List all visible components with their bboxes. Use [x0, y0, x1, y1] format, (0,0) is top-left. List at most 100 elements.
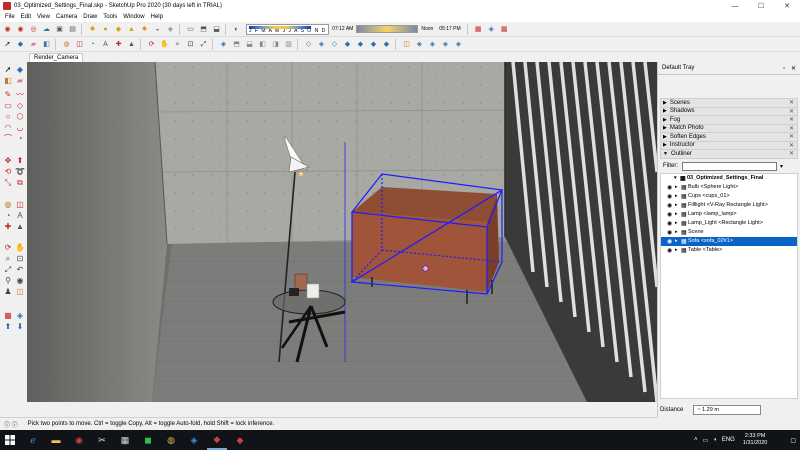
orbit-tool-icon[interactable]: ⟳	[3, 243, 13, 253]
panel-close-icon[interactable]: ✕	[789, 108, 794, 115]
section-fill-icon[interactable]: ◈	[440, 39, 451, 50]
push-pull-icon[interactable]: ⬆	[15, 156, 25, 166]
menu-window[interactable]: Window	[123, 14, 144, 20]
outliner-item-selected[interactable]: ◉ ▸ ▦ Sofa <sofa_02#1>	[661, 236, 797, 246]
look-around-icon[interactable]: ◉	[15, 276, 25, 286]
previous-view-icon[interactable]: ↶	[15, 265, 25, 275]
pie-icon[interactable]: ◔	[15, 134, 25, 144]
outliner-item[interactable]: ◉ ▸ ▦ Scene	[661, 228, 797, 237]
visibility-eye-icon[interactable]: ◉	[667, 247, 675, 254]
filter-input[interactable]	[682, 161, 777, 171]
right-view-icon[interactable]: ◧	[257, 39, 268, 50]
windows-start-button[interactable]	[0, 430, 20, 450]
axes-icon[interactable]: ✚	[113, 39, 124, 50]
menu-help[interactable]: Help	[151, 14, 163, 20]
tape-icon[interactable]: ◍	[3, 200, 13, 210]
shaded-icon[interactable]: ◆	[355, 39, 366, 50]
outliner-item[interactable]: ◉ ▸ ▦ Bulb <Sphere Light>	[661, 183, 797, 192]
panel-close-icon[interactable]: ✕	[789, 116, 794, 123]
make-component-icon[interactable]: ◆	[15, 65, 25, 75]
tape-measure-icon[interactable]: ◍	[61, 39, 72, 50]
shadow-time-slider[interactable]	[356, 25, 419, 33]
visibility-eye-icon[interactable]: ◉	[667, 202, 675, 209]
text-icon[interactable]: A	[15, 211, 25, 221]
panel-close-icon[interactable]: ✕	[789, 125, 794, 132]
select-icon[interactable]: ➚	[3, 65, 13, 75]
zoom-icon[interactable]: ⌕	[172, 39, 183, 50]
proxy-export-icon[interactable]: ⬒	[198, 24, 209, 35]
extension-manager-icon[interactable]: ▦	[499, 24, 510, 35]
pan-icon[interactable]: ✋	[159, 39, 170, 50]
orbit-icon[interactable]: ⟳	[146, 39, 157, 50]
axes-tool-icon[interactable]: ✚	[3, 222, 13, 232]
follow-me-icon[interactable]: ➰	[15, 167, 25, 177]
measurements-input[interactable]: ~ 1.29 m	[693, 404, 762, 415]
text-tool-icon[interactable]: A	[100, 39, 111, 50]
eraser-icon[interactable]: ▰	[28, 39, 39, 50]
display-section-icon[interactable]: ◈	[414, 39, 425, 50]
maximize-button[interactable]: ☐	[748, 0, 774, 12]
top-view-icon[interactable]: ⬒	[231, 39, 242, 50]
menu-tools[interactable]: Tools	[103, 14, 117, 20]
outliner-item[interactable]: ◉ ▸ ▦ Table <Table>	[661, 246, 797, 255]
menu-draw[interactable]: Draw	[83, 14, 97, 20]
vray-interactive-icon[interactable]: ◎	[28, 24, 39, 35]
menu-edit[interactable]: Edit	[21, 14, 31, 20]
get-models-icon[interactable]: ⬇	[15, 322, 25, 332]
tray-chevron-icon[interactable]: ˄	[694, 437, 698, 443]
walk-icon[interactable]: ♟	[3, 287, 13, 297]
rotate-icon[interactable]: ⟲	[3, 167, 13, 177]
outliner-item[interactable]: ◉ ▸ ▦ Lamp <lamp_lamp>	[661, 210, 797, 219]
paint-bucket-icon[interactable]: ◧	[41, 39, 52, 50]
notification-icon[interactable]: ▢	[790, 437, 796, 444]
outliner-options-icon[interactable]: ▾	[780, 163, 783, 170]
three-point-arc-icon[interactable]: ⌒	[3, 134, 13, 144]
menu-file[interactable]: File	[5, 14, 15, 20]
visibility-eye-icon[interactable]: ◉	[667, 193, 675, 200]
zoom-tool-icon[interactable]: ⌕	[3, 254, 13, 264]
3d-warehouse-icon[interactable]: ◈	[486, 24, 497, 35]
freehand-icon[interactable]: 〰	[15, 90, 25, 100]
front-view-icon[interactable]: ⬓	[244, 39, 255, 50]
warehouse-icon[interactable]: ◈	[15, 311, 25, 321]
wireframe-icon[interactable]: ◇	[329, 39, 340, 50]
sandbox-icon[interactable]: ▦	[3, 311, 13, 321]
protractor-tool-icon[interactable]: ◔	[3, 211, 13, 221]
vray-cloud-icon[interactable]: ☁	[41, 24, 52, 35]
rectangle-icon[interactable]: ▭	[3, 101, 13, 111]
network-icon[interactable]: ▭	[703, 437, 709, 444]
move-icon[interactable]: ✥	[3, 156, 13, 166]
xray-icon[interactable]: ◇	[303, 39, 314, 50]
extension-warehouse-icon[interactable]: ▦	[473, 24, 484, 35]
zoom-window-tool-icon[interactable]: ⊡	[15, 254, 25, 264]
select-tool-icon[interactable]: ➚	[2, 39, 13, 50]
visibility-eye-icon[interactable]: ◉	[667, 211, 675, 218]
vray-asset-editor-icon[interactable]: ◉	[2, 24, 13, 35]
outliner-item[interactable]: ◉ ▸ ▦ Lamp_Light <Rectangle Light>	[661, 219, 797, 228]
teamviewer-icon[interactable]: ◈	[184, 430, 204, 450]
visibility-eye-icon[interactable]: ◉	[667, 220, 675, 227]
outliner-item[interactable]: ◉ ▸ ▦ Cups <cups_01>	[661, 192, 797, 201]
dimensions-icon[interactable]: ◫	[15, 200, 25, 210]
display-cuts-icon[interactable]: ◈	[427, 39, 438, 50]
section-tool-icon[interactable]: ◫	[15, 287, 25, 297]
visibility-eye-icon[interactable]: ◉	[667, 229, 675, 236]
protractor-icon[interactable]: ◔	[87, 39, 98, 50]
eraser-tool-icon[interactable]: ▰	[15, 76, 25, 86]
mesh-light-icon[interactable]: ◈	[165, 24, 176, 35]
line-app-icon[interactable]: ◼	[138, 430, 158, 450]
panel-close-icon[interactable]: ✕	[789, 99, 794, 106]
tray-pin-icon[interactable]: ▫	[783, 66, 785, 72]
infinite-plane-icon[interactable]: ▭	[185, 24, 196, 35]
language-indicator[interactable]: ENG	[722, 437, 735, 443]
dimension-icon[interactable]: ◫	[74, 39, 85, 50]
shaded-textures-icon[interactable]: ◆	[368, 39, 379, 50]
scale-icon[interactable]: ⤡	[3, 178, 13, 188]
3d-text-tool-icon[interactable]: ▲	[15, 222, 25, 232]
menu-camera[interactable]: Camera	[56, 14, 77, 20]
share-model-icon[interactable]: ⬆	[3, 322, 13, 332]
line-icon[interactable]: ✎	[3, 90, 13, 100]
panel-outliner[interactable]: ▼ Outliner ✕	[660, 149, 798, 159]
layout-taskbar-icon[interactable]: ◆	[230, 430, 250, 450]
zoom-extents-tool-icon[interactable]: ⤢	[3, 265, 13, 275]
